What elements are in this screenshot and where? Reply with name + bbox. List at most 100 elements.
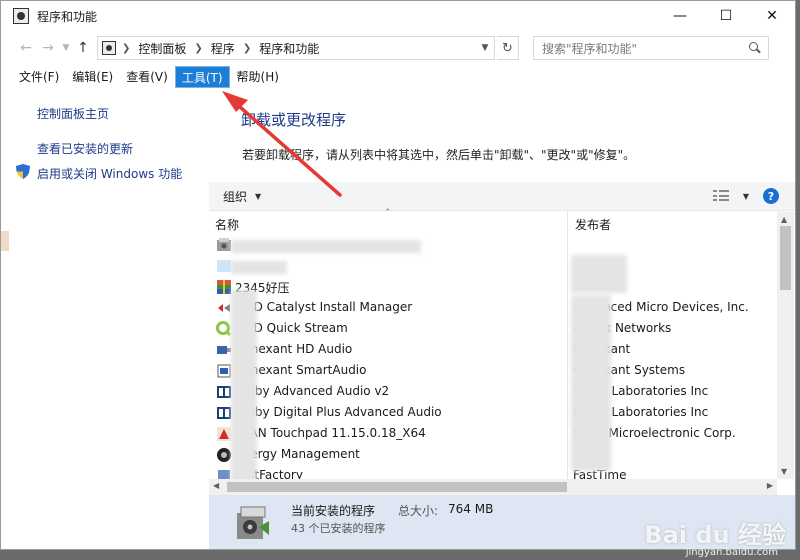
location-icon <box>102 41 116 55</box>
search-placeholder: 搜索"程序和功能" <box>542 41 638 56</box>
maximize-button[interactable]: ☐ <box>703 1 749 31</box>
window-title: 程序和功能 <box>37 9 98 24</box>
back-button[interactable]: ← <box>15 40 37 56</box>
table-row[interactable]: Conexant SmartAudio Conexant Systems <box>209 361 777 382</box>
view-options-icon[interactable] <box>712 190 731 202</box>
organize-button[interactable]: 组织 ▼ <box>223 188 261 205</box>
windows-features-link[interactable]: 启用或关闭 Windows 功能 <box>37 165 182 182</box>
programs-features-window: 程序和功能 — ☐ ✕ ← → ▼ ↑ ❯ 控制面板 ❯ 程序 ❯ 程序和功能 … <box>0 0 796 550</box>
blur-mask <box>231 290 257 479</box>
program-name: ELAN Touchpad 11.15.0.18_X64 <box>235 426 426 440</box>
dolby-icon <box>217 386 231 398</box>
table-row[interactable] <box>209 256 777 277</box>
history-dropdown-button[interactable]: ▼ <box>59 43 73 53</box>
search-icon[interactable] <box>748 42 760 54</box>
page-description: 若要卸载程序，请从列表中将其选中，然后单击"卸载"、"更改"或"修复"。 <box>242 148 636 162</box>
table-row[interactable]: Dolby Advanced Audio v2 Dolby Laboratori… <box>209 382 777 403</box>
blur-mask <box>571 295 611 471</box>
menu-tools[interactable]: 工具(T) <box>174 66 230 88</box>
breadcrumb-separator-icon[interactable]: ❯ <box>122 43 130 54</box>
dolby-icon <box>217 407 231 419</box>
scroll-right-icon[interactable]: ▶ <box>767 481 773 490</box>
column-header-name[interactable]: 名称 <box>215 216 239 233</box>
list-header: ⌃ 名称 发布者 <box>209 208 795 234</box>
amd-icon <box>218 304 230 312</box>
horizontal-scrollbar[interactable]: ◀ ▶ <box>209 479 777 495</box>
help-icon[interactable]: ? <box>763 188 779 204</box>
breadcrumb-control-panel[interactable]: 控制面板 <box>138 40 186 57</box>
maximize-icon: ☐ <box>719 8 733 24</box>
close-icon: ✕ <box>766 8 778 24</box>
archive-icon <box>217 280 231 294</box>
table-row[interactable]: AMD Catalyst Install Manager Advanced Mi… <box>209 298 777 319</box>
generic-icon <box>218 470 230 479</box>
program-name: Dolby Digital Plus Advanced Audio <box>235 405 442 419</box>
horizontal-scroll-thumb[interactable] <box>227 482 567 492</box>
address-bar[interactable]: ❯ 控制面板 ❯ 程序 ❯ 程序和功能 ▼ <box>97 36 495 60</box>
table-row[interactable]: FastFactory FastTime <box>209 466 777 479</box>
control-panel-home-link[interactable]: 控制面板主页 <box>37 105 109 122</box>
watermark-url: jingyan.baidu.com <box>685 547 778 558</box>
page-title: 卸载或更改程序 <box>241 111 347 129</box>
total-size-value: 764 MB <box>448 502 494 516</box>
energy-icon <box>217 448 231 462</box>
list-toolbar: 组织 ▼ ▼ ? <box>209 182 795 211</box>
control-panel-icon <box>13 8 29 24</box>
vertical-scroll-thumb[interactable] <box>780 226 791 290</box>
address-row: ← → ▼ ↑ ❯ 控制面板 ❯ 程序 ❯ 程序和功能 ▼ ↻ 搜索"程序和功能… <box>1 31 795 65</box>
breadcrumb-programs[interactable]: 程序 <box>211 40 235 57</box>
table-row[interactable]: AMD Quick Stream AppEx Networks <box>209 319 777 340</box>
installer-icon <box>217 238 231 251</box>
table-row[interactable]: Energy Management <box>209 445 777 466</box>
scroll-up-icon[interactable]: ▲ <box>781 215 787 224</box>
shield-icon <box>16 164 30 179</box>
menu-view[interactable]: 查看(V) <box>120 66 174 88</box>
scroll-left-icon[interactable]: ◀ <box>213 481 219 490</box>
menu-help[interactable]: 帮助(H) <box>231 66 285 88</box>
blank-icon <box>217 260 231 272</box>
minimize-button[interactable]: — <box>657 1 703 31</box>
audio-driver-icon <box>217 346 231 354</box>
left-task-pane: 控制面板主页 查看已安装的更新 启用或关闭 Windows 功能 <box>1 91 209 549</box>
refresh-button[interactable]: ↻ <box>497 36 519 60</box>
up-button[interactable]: ↑ <box>73 40 93 56</box>
table-row[interactable]: Dolby Digital Plus Advanced Audio Dolby … <box>209 403 777 424</box>
background-strip <box>1 231 9 251</box>
title-bar: 程序和功能 — ☐ ✕ <box>1 1 795 31</box>
watermark-logo: Bai du 经验 <box>644 521 786 549</box>
table-row[interactable]: Conexant HD Audio Conexant <box>209 340 777 361</box>
view-dropdown-icon[interactable]: ▼ <box>743 192 749 201</box>
installed-programs-icon <box>237 506 269 539</box>
vertical-scrollbar[interactable]: ▲ ▼ <box>777 212 794 479</box>
breadcrumb-separator-icon[interactable]: ❯ <box>243 43 251 54</box>
forward-button[interactable]: → <box>37 40 59 56</box>
scroll-down-icon[interactable]: ▼ <box>781 467 787 476</box>
window-controls: — ☐ ✕ <box>657 1 795 31</box>
organize-label: 组织 <box>223 189 248 204</box>
minimize-icon: — <box>673 8 687 24</box>
program-list: 2345好压 AMD Catalyst Install Manager Adva… <box>209 235 777 479</box>
smartaudio-icon <box>217 364 231 378</box>
table-row[interactable]: ELAN Touchpad 11.15.0.18_X64 ELAN Microe… <box>209 424 777 445</box>
breadcrumb-separator-icon[interactable]: ❯ <box>194 43 202 54</box>
blur-mask <box>571 255 627 293</box>
sort-ascending-icon: ⌃ <box>384 208 392 218</box>
menu-edit[interactable]: 编辑(E) <box>66 66 119 88</box>
program-name: AMD Catalyst Install Manager <box>235 300 413 314</box>
menu-file[interactable]: 文件(F) <box>13 66 65 88</box>
chevron-down-icon: ▼ <box>255 191 262 201</box>
address-dropdown-icon[interactable]: ▼ <box>476 37 494 59</box>
installed-count: 43 个已安装的程序 <box>291 522 386 535</box>
total-size-label: 总大小: <box>398 504 439 518</box>
table-row[interactable]: 2345好压 <box>209 277 777 298</box>
close-button[interactable]: ✕ <box>749 1 795 31</box>
blur-mask <box>231 261 287 274</box>
column-header-publisher[interactable]: 发布者 <box>575 216 611 233</box>
search-input[interactable]: 搜索"程序和功能" <box>533 36 769 60</box>
breadcrumb-programs-features[interactable]: 程序和功能 <box>259 40 319 57</box>
program-name: Dolby Advanced Audio v2 <box>235 384 390 398</box>
quickstream-icon <box>216 321 232 337</box>
view-installed-updates-link[interactable]: 查看已安装的更新 <box>37 140 133 157</box>
touchpad-icon <box>217 427 231 441</box>
refresh-icon: ↻ <box>502 40 513 56</box>
